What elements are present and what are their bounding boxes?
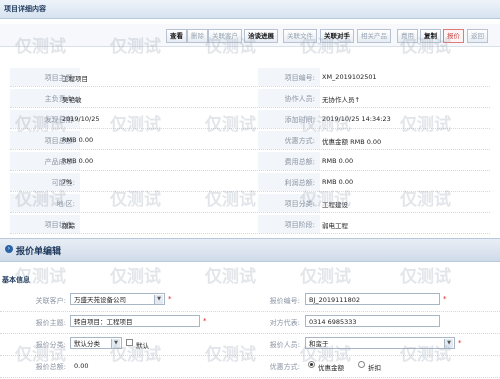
form-row: 报价分类: 默认分类 ▼ 默认 报价人员: 和蛮于 ▼ * bbox=[0, 333, 500, 356]
collaborators-label: 协作人员: bbox=[284, 95, 315, 103]
profit-total-value: RMB 0.00 bbox=[322, 178, 354, 186]
person-select[interactable]: 和蛮于 ▼ bbox=[305, 337, 455, 349]
chevron-down-icon: ▼ bbox=[154, 295, 163, 304]
required-marker: * bbox=[168, 295, 172, 303]
customer-label: 关联客户: bbox=[35, 297, 66, 305]
found-date-value: 2019/10/25 bbox=[62, 115, 100, 123]
discount-amount-label: 优惠金额 bbox=[318, 364, 344, 372]
window-titlebar: 项目详细内容 bbox=[0, 0, 500, 19]
link-files-button[interactable]: 关联文件 bbox=[283, 29, 317, 43]
category-label: 报价分类: bbox=[35, 341, 66, 349]
expense-total-value: RMB 0.00 bbox=[322, 157, 354, 165]
owner-value: 吴艳敏 bbox=[62, 96, 82, 104]
project-stage-label: 项目阶段: bbox=[284, 221, 315, 229]
discount-label: 优惠方式: bbox=[269, 363, 300, 371]
expenses-button[interactable]: 费用 bbox=[397, 29, 418, 43]
section-title: 报价单编辑 bbox=[16, 247, 62, 257]
action-toolbar: 查看 删除 关联客户 洽谈进展 关联文件 关联对手 相关产品 费用 复制 报价 … bbox=[0, 24, 500, 47]
form-row: 报价主题: 转自项目：工程项目 * 对方代表: 0314 6985333 bbox=[0, 311, 500, 334]
detail-row: 项目总额: RMB 0.00 优惠方式: 优惠金额 RMB 0.00 bbox=[10, 131, 490, 150]
back-button[interactable]: 返回 bbox=[467, 29, 488, 43]
person-label: 报价人员: bbox=[269, 341, 300, 349]
category-value: 默认分类 bbox=[74, 340, 100, 348]
required-marker: * bbox=[443, 295, 447, 303]
person-value: 和蛮于 bbox=[309, 340, 329, 348]
contact-label: 对方代表: bbox=[269, 319, 300, 327]
delete-button[interactable]: 删除 bbox=[187, 29, 208, 43]
category-select[interactable]: 默认分类 ▼ bbox=[70, 337, 122, 349]
detail-row: 产品成本: RMB 0.00 费用总额: RMB 0.00 bbox=[10, 152, 490, 171]
discount-rate-label: 折扣 bbox=[368, 364, 381, 372]
customer-value: 万盛天苑设备公司 bbox=[74, 296, 126, 304]
form-row: 关联客户: 万盛天苑设备公司 ▼ * 报价编号: BJ_2019111802 * bbox=[0, 289, 500, 312]
project-status-value: 跟踪 bbox=[62, 222, 75, 230]
quote-number-label: 报价编号: bbox=[269, 297, 300, 305]
contact-input[interactable]: 0314 6985333 bbox=[305, 315, 440, 327]
required-marker: * bbox=[458, 339, 462, 347]
basic-info-heading: 基本信息 bbox=[2, 276, 30, 284]
customer-select[interactable]: 万盛天苑设备公司 ▼ bbox=[70, 293, 165, 305]
chevron-down-icon: ▼ bbox=[111, 339, 120, 348]
watermark-text: 仅测试 bbox=[205, 267, 256, 287]
detail-row: 项目状态: 跟踪 项目阶段: 弱电工程 bbox=[10, 215, 490, 234]
detail-row: 项目主题: 工程项目 项目编号: XM_2019102501 bbox=[10, 68, 490, 87]
related-products-button[interactable]: 相关产品 bbox=[357, 29, 391, 43]
discount-method-value: 优惠金额 RMB 0.00 bbox=[322, 138, 382, 146]
detail-row: 发现日期: 2019/10/25 添加时间: 2019/10/25 14:34:… bbox=[10, 110, 490, 129]
subject-label: 报价主题: bbox=[35, 319, 66, 327]
project-stage-value: 弱电工程 bbox=[322, 222, 348, 230]
default-checkbox-label: 默认 bbox=[136, 342, 149, 350]
project-category-value: 工程建设 bbox=[322, 201, 348, 209]
project-number-label: 项目编号: bbox=[284, 74, 315, 82]
profit-total-label: 利润总额: bbox=[284, 179, 315, 187]
default-checkbox[interactable] bbox=[126, 339, 133, 346]
detail-row: 地 区: 项目分类: 工程建设 bbox=[10, 194, 490, 213]
product-cost-value: RMB 0.00 bbox=[62, 157, 94, 165]
link-customer-button[interactable]: 关联客户 bbox=[208, 29, 242, 43]
added-time-label: 添加时间: bbox=[284, 116, 315, 124]
quote-form: 关联客户: 万盛天苑设备公司 ▼ * 报价编号: BJ_2019111802 *… bbox=[0, 289, 500, 379]
quote-number-input[interactable]: BJ_2019111802 bbox=[305, 293, 440, 305]
watermark-text: 仅测试 bbox=[300, 267, 351, 287]
view-button[interactable]: 查看 bbox=[166, 29, 187, 43]
detail-row: 可能性: 7% 利润总额: RMB 0.00 bbox=[10, 173, 490, 192]
negotiation-progress-button[interactable]: 洽谈进展 bbox=[244, 29, 278, 43]
chevron-down-icon: ▼ bbox=[444, 339, 453, 348]
watermark-text: 仅测试 bbox=[400, 267, 451, 287]
form-row: 报价总额: 0.00 优惠方式: 优惠金额 折扣 bbox=[0, 355, 500, 378]
total-value: 0.00 bbox=[74, 362, 89, 370]
subject-input[interactable]: 转自项目：工程项目 bbox=[70, 315, 200, 327]
watermark-text: 仅测试 bbox=[110, 267, 161, 287]
arrow-right-icon: › bbox=[5, 245, 13, 253]
discount-rate-radio[interactable] bbox=[358, 361, 365, 368]
added-time-value: 2019/10/25 14:34:23 bbox=[322, 115, 391, 123]
required-marker: * bbox=[203, 317, 207, 325]
project-number-value: XM_2019102501 bbox=[322, 73, 377, 81]
project-category-label: 项目分类: bbox=[284, 200, 315, 208]
discount-amount-radio[interactable] bbox=[308, 361, 315, 368]
window-title: 项目详细内容 bbox=[4, 5, 46, 13]
total-label: 报价总额: bbox=[35, 363, 66, 371]
discount-method-label: 优惠方式: bbox=[284, 137, 315, 145]
project-subject-value: 工程项目 bbox=[62, 75, 88, 83]
quote-button[interactable]: 报价 bbox=[443, 29, 464, 43]
region-label: 地 区: bbox=[56, 200, 75, 208]
link-competitor-button[interactable]: 关联对手 bbox=[320, 29, 354, 43]
collaborators-value[interactable]: 无协作人员↑ bbox=[322, 94, 360, 104]
quote-edit-section-header: › 报价单编辑 bbox=[0, 238, 500, 262]
probability-value: 7% bbox=[62, 178, 73, 186]
copy-button[interactable]: 复制 bbox=[420, 29, 441, 43]
detail-row: 主负责人: 吴艳敏 协作人员: 无协作人员↑ bbox=[10, 89, 490, 108]
expense-total-label: 费用总额: bbox=[284, 158, 315, 166]
project-total-value: RMB 0.00 bbox=[62, 136, 94, 144]
